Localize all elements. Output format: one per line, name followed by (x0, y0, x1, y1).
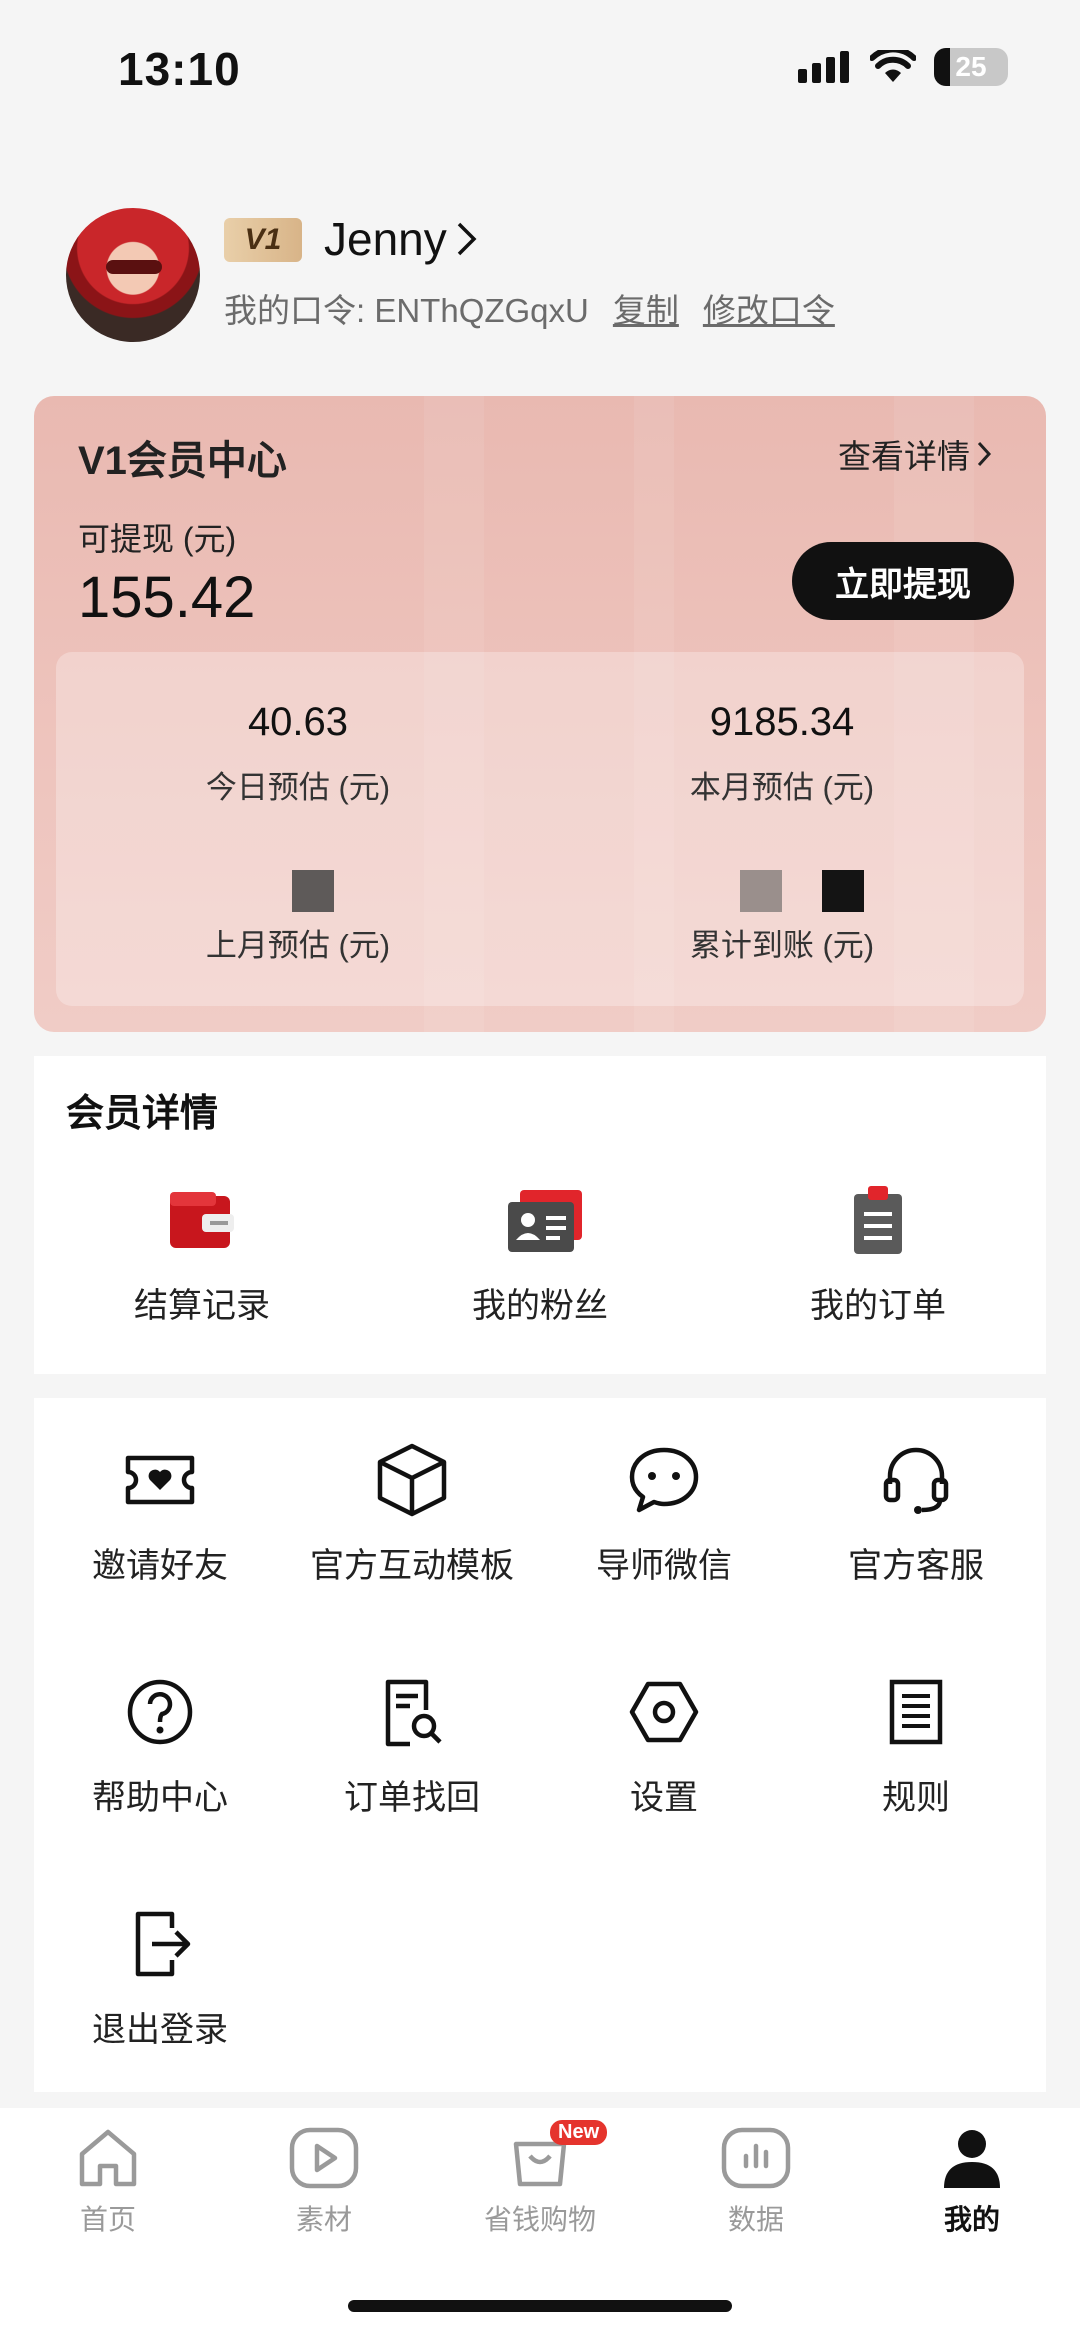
my-fans-label: 我的粉丝 (472, 1287, 608, 1325)
chevron-right-icon (457, 222, 477, 256)
tab-materials[interactable]: 素材 (216, 2126, 432, 2238)
tab-shopping[interactable]: New 省钱购物 (432, 2120, 648, 2238)
tab-data-label: 数据 (727, 2204, 784, 2235)
withdrawable-value: 155.42 (78, 565, 256, 630)
tab-home[interactable]: 首页 (0, 2126, 216, 2238)
tab-shopping-label: 省钱购物 (483, 2204, 596, 2235)
rules-list-icon (889, 1679, 943, 1745)
wifi-icon (870, 50, 916, 82)
headset-icon (883, 1447, 949, 1514)
official-templates-label: 官方互动模板 (310, 1547, 514, 1585)
my-fans-item[interactable]: 我的粉丝 (390, 1186, 690, 1327)
stat-label: 累计到账 (元) (689, 928, 875, 963)
help-center-label: 帮助中心 (92, 1779, 228, 1817)
redaction-block (740, 870, 782, 912)
fans-card-icon (504, 1186, 582, 1256)
home-icon (79, 2129, 137, 2187)
username-link[interactable]: Jenny (324, 212, 479, 266)
tools-panel: 邀请好友 官方互动模板 导师微信 官方客服 帮助中心 订单找回 设置 规则 退出… (34, 1398, 1046, 2092)
battery-level: 25 (955, 51, 987, 82)
view-details-link[interactable]: 查看详情 (838, 430, 992, 478)
battery-icon: 25 (934, 48, 1008, 86)
invite-friends-label: 邀请好友 (92, 1547, 228, 1585)
chat-bubble-icon (629, 1447, 699, 1513)
settings-label: 设置 (630, 1779, 698, 1817)
question-icon (127, 1679, 193, 1745)
earnings-stats: 40.63 今日预估 (元) 9185.34 本月预估 (元) 上月预估 (元)… (56, 652, 1024, 1006)
status-time: 13:10 (118, 43, 241, 95)
status-icons: 25 (798, 48, 1008, 86)
person-icon (944, 2130, 1000, 2188)
home-indicator (348, 2300, 732, 2312)
tab-home-label: 首页 (79, 2204, 136, 2235)
signal-icon (798, 51, 849, 83)
invite-friends-item[interactable]: 邀请好友 (34, 1442, 286, 1587)
member-center-title: V1会员中心 (78, 439, 287, 483)
stat-today: 40.63 今日预估 (元) (56, 700, 540, 807)
wallet-icon (166, 1186, 238, 1256)
new-badge: New (550, 2120, 608, 2145)
tab-data[interactable]: 数据 (648, 2126, 864, 2238)
member-center-card: V1会员中心 查看详情 可提现 (元) 155.42 立即提现 40.63 今日… (34, 396, 1046, 1032)
rules-label: 规则 (882, 1779, 950, 1817)
withdrawable-label: 可提现 (元) (78, 521, 237, 557)
redaction-block (292, 870, 334, 912)
ticket-heart-icon (125, 1455, 195, 1505)
help-center-item[interactable]: 帮助中心 (34, 1674, 286, 1819)
withdraw-button[interactable]: 立即提现 (792, 542, 1014, 620)
settlement-records-label: 结算记录 (134, 1287, 270, 1325)
official-templates-item[interactable]: 官方互动模板 (286, 1442, 538, 1587)
view-details-label: 查看详情 (838, 438, 970, 475)
copy-code-link[interactable]: 复制 (613, 284, 679, 332)
mentor-wechat-label: 导师微信 (596, 1547, 732, 1585)
avatar[interactable] (66, 208, 200, 342)
edit-code-link[interactable]: 修改口令 (703, 284, 835, 332)
stat-value: 40.63 (247, 700, 349, 744)
chart-icon (721, 2127, 791, 2189)
invite-code-row: 我的口令: ENThQZGqxU 复制 修改口令 (224, 284, 835, 332)
settlement-records-item[interactable]: 结算记录 (52, 1186, 352, 1327)
stat-label: 今日预估 (元) (205, 770, 391, 805)
settings-item[interactable]: 设置 (538, 1674, 790, 1819)
order-recovery-item[interactable]: 订单找回 (286, 1674, 538, 1819)
order-recovery-label: 订单找回 (344, 1779, 480, 1817)
logout-item[interactable]: 退出登录 (34, 1906, 286, 2051)
member-details-title: 会员详情 (66, 1093, 219, 1135)
stat-value: 9185.34 (709, 700, 855, 744)
customer-service-label: 官方客服 (848, 1547, 984, 1585)
logout-label: 退出登录 (92, 2011, 228, 2049)
play-icon (289, 2127, 359, 2189)
stat-value (540, 858, 1024, 906)
tab-mine[interactable]: 我的 (864, 2126, 1080, 2238)
my-orders-item[interactable]: 我的订单 (728, 1186, 1028, 1327)
order-clipboard-icon (842, 1186, 914, 1256)
my-orders-label: 我的订单 (810, 1287, 946, 1325)
username: Jenny (324, 213, 447, 265)
customer-service-item[interactable]: 官方客服 (790, 1442, 1042, 1587)
tab-materials-label: 素材 (295, 2204, 352, 2235)
logout-icon (135, 1911, 191, 1977)
settings-hex-icon (629, 1681, 699, 1743)
mentor-wechat-item[interactable]: 导师微信 (538, 1442, 790, 1587)
member-details-panel: 会员详情 结算记录 我的粉丝 我的订单 (34, 1056, 1046, 1374)
stat-this-month: 9185.34 本月预估 (元) (540, 700, 1024, 807)
invite-code: 我的口令: ENThQZGqxU (224, 292, 589, 329)
tab-mine-label: 我的 (943, 2204, 1000, 2235)
redaction-block (822, 870, 864, 912)
document-search-icon (385, 1679, 442, 1747)
cube-icon (377, 1443, 447, 1517)
chevron-right-icon (977, 441, 992, 467)
stat-label: 本月预估 (元) (689, 770, 875, 805)
stat-label: 上月预估 (元) (205, 928, 391, 963)
rules-item[interactable]: 规则 (790, 1674, 1042, 1819)
level-badge: V1 (224, 218, 302, 262)
stat-total-received: 累计到账 (元) (540, 858, 1024, 965)
